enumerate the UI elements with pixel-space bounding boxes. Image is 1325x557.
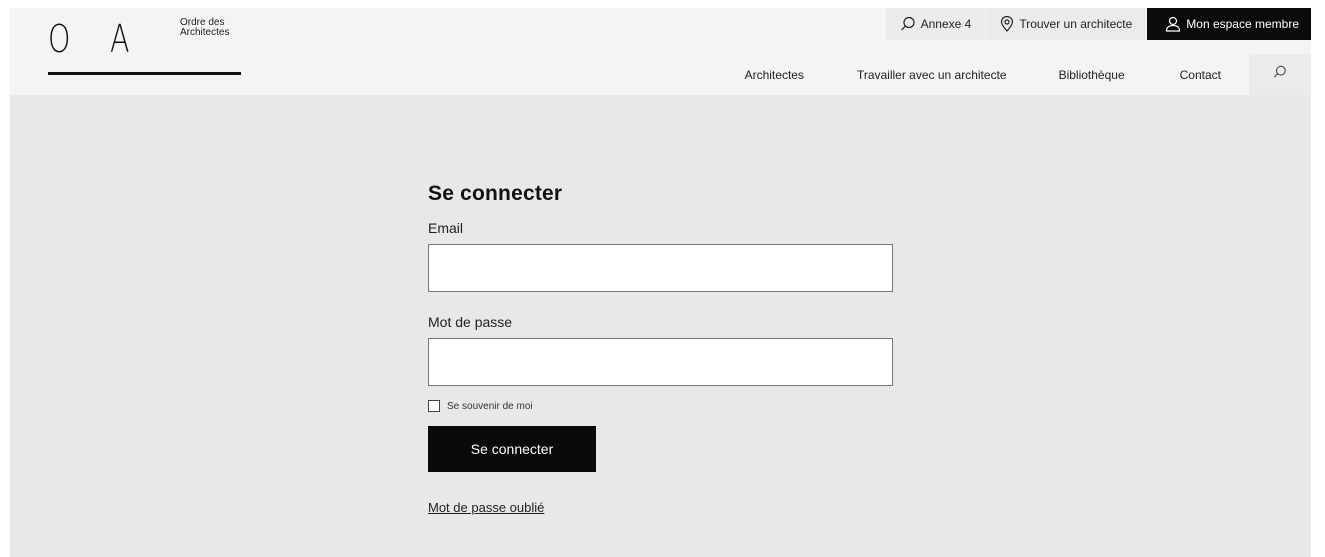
login-submit-button[interactable]: Se connecter (428, 426, 596, 472)
logo-name: Ordre des Architectes (180, 18, 229, 38)
logo-name-line-2: Architectes (180, 27, 230, 38)
search-icon (1273, 65, 1287, 84)
nav-search-button[interactable] (1249, 54, 1311, 95)
map-pin-icon (1000, 16, 1014, 32)
site-header: O A Ordre des Architectes Annexe 4 Trouv… (10, 8, 1311, 95)
email-label: Email (428, 220, 464, 236)
main-navigation: Architectes Travailler avec un architect… (745, 54, 1311, 95)
user-icon (1165, 16, 1181, 32)
annexe-link[interactable]: Annexe 4 (885, 8, 986, 40)
logo-letter-a: A (110, 17, 130, 61)
login-title: Se connecter (428, 182, 563, 205)
annexe-label: Annexe 4 (920, 17, 972, 31)
remember-me-label: Se souvenir de moi (447, 400, 533, 412)
top-utility-bar: Annexe 4 Trouver un architecte Mon espac… (885, 8, 1311, 40)
find-architect-label: Trouver un architecte (1019, 17, 1133, 31)
forgot-password-link[interactable]: Mot de passe oublié (428, 500, 544, 515)
remember-me-checkbox[interactable] (428, 400, 440, 412)
nav-item-travailler-avec-un-architecte[interactable]: Travailler avec un architecte (857, 54, 1007, 95)
site-logo[interactable]: O A Ordre des Architectes (48, 12, 248, 82)
page-frame: O A Ordre des Architectes Annexe 4 Trouv… (10, 8, 1311, 557)
login-form: Se connecter Email Mot de passe Se souve… (428, 182, 898, 517)
nav-item-contact[interactable]: Contact (1180, 54, 1221, 95)
email-field[interactable] (428, 244, 893, 292)
find-architect-link[interactable]: Trouver un architecte (985, 8, 1147, 40)
nav-item-architectes[interactable]: Architectes (745, 54, 804, 95)
remember-me[interactable]: Se souvenir de moi (428, 400, 898, 412)
search-icon (900, 16, 916, 32)
member-space-button[interactable]: Mon espace membre (1146, 8, 1311, 40)
nav-item-bibliotheque[interactable]: Bibliothèque (1059, 54, 1125, 95)
logo-underline (48, 72, 241, 75)
password-label: Mot de passe (428, 314, 513, 330)
member-space-label: Mon espace membre (1186, 17, 1299, 31)
password-field[interactable] (428, 338, 893, 386)
logo-letter-o: O (48, 17, 71, 61)
